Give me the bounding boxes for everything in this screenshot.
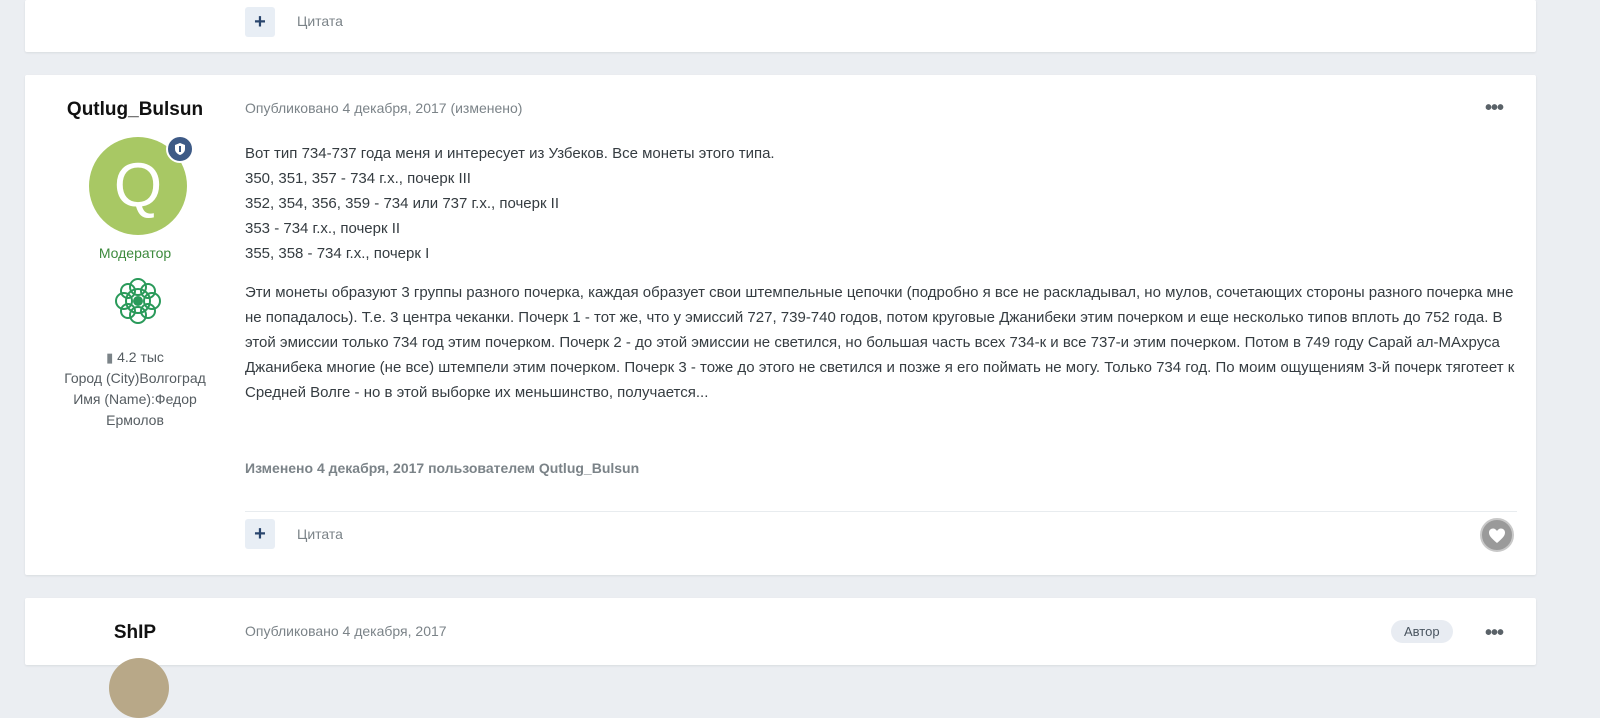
content-line: 353 - 734 г.х., почерк II: [245, 220, 401, 237]
edited-note: Изменено 4 декабря, 2017 пользователем Q…: [245, 460, 640, 476]
post-card-qutlug: Qutlug_Bulsun Q Модератор ▮ 4.2 тыс Горо…: [25, 75, 1536, 575]
post-menu-icon[interactable]: •••: [1485, 98, 1504, 118]
profile-field-name: Имя (Name):Федор: [73, 391, 197, 407]
post-date[interactable]: Опубликовано 4 декабря, 2017 (изменено): [245, 100, 522, 116]
post-card-ship: ShIP Опубликовано 4 декабря, 2017 Автор …: [25, 598, 1536, 718]
content-line: 352, 354, 356, 359 - 734 или 737 г.х., п…: [245, 195, 560, 212]
multiquote-button[interactable]: +: [245, 519, 275, 549]
member-role: Модератор: [98, 245, 172, 261]
post-count-value: 4.2 тыс: [117, 349, 164, 365]
author-tag-badge: Автор: [1391, 620, 1453, 643]
content-line: 355, 358 - 734 г.х., почерк I: [245, 245, 430, 262]
avatar[interactable]: [109, 658, 169, 718]
post-date[interactable]: Опубликовано 4 декабря, 2017: [245, 623, 447, 639]
moderator-shield-icon: [166, 135, 194, 163]
post-menu-icon[interactable]: •••: [1485, 623, 1504, 643]
author-name[interactable]: ShIP: [35, 622, 235, 644]
quote-button[interactable]: Цитата: [297, 13, 343, 29]
post-content: Вот тип 734-737 года меня и интересует и…: [245, 141, 1515, 419]
rank-emblem-icon: [110, 273, 166, 329]
author-name[interactable]: Qutlug_Bulsun: [35, 99, 235, 121]
post-card-previous: + Цитата: [25, 0, 1536, 52]
comment-icon: ▮: [106, 350, 114, 365]
multiquote-button[interactable]: +: [245, 7, 275, 37]
content-paragraph: Эти монеты образуют 3 группы разного поч…: [245, 284, 1515, 401]
profile-field-city: Город (City)Волгоград: [64, 370, 206, 386]
post-count: ▮ 4.2 тыс: [35, 347, 235, 368]
quote-button[interactable]: Цитата: [297, 526, 343, 542]
profile-field-name-cont: Ермолов: [106, 412, 164, 428]
content-line: 350, 351, 357 - 734 г.х., почерк III: [245, 170, 471, 187]
content-line: Вот тип 734-737 года меня и интересует и…: [245, 145, 775, 162]
like-heart-icon[interactable]: [1480, 518, 1514, 552]
divider: [245, 511, 1517, 512]
